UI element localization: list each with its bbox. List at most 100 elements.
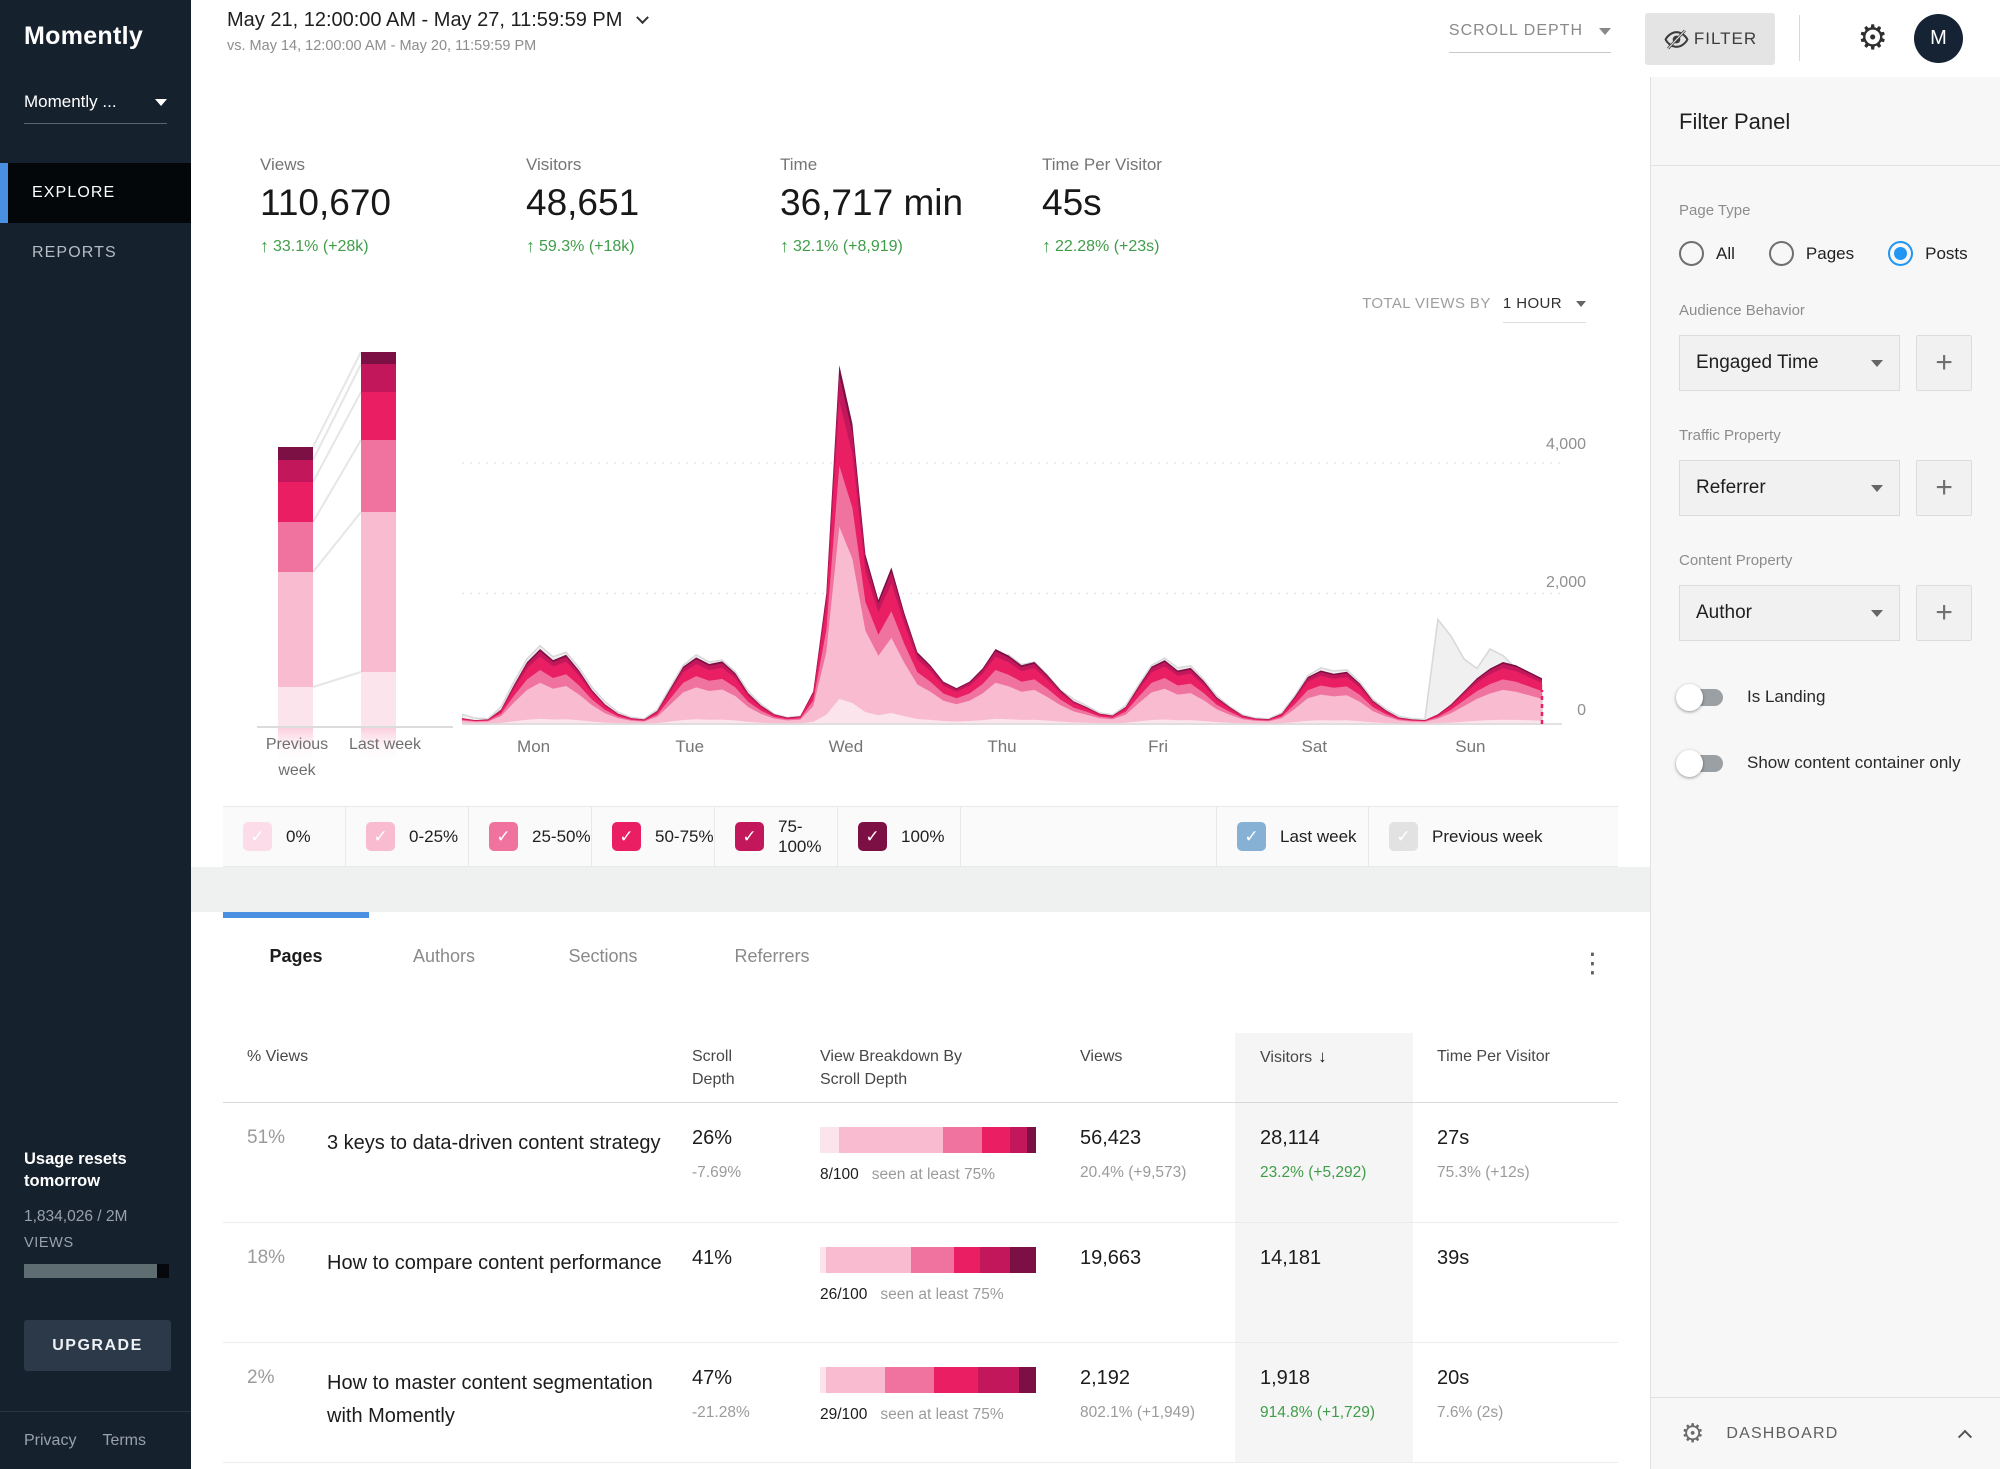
column-header-title	[327, 1033, 692, 1102]
chevron-down-icon	[1871, 610, 1883, 617]
terms-link[interactable]: Terms	[102, 1432, 146, 1450]
mini-bar-segment	[361, 672, 396, 727]
site-selector-dropdown[interactable]: Momently ...	[24, 92, 167, 124]
kebab-menu-icon[interactable]: ⋮	[1579, 948, 1606, 979]
breakdown-segment	[839, 1127, 943, 1153]
tab-sections[interactable]: Sections	[519, 946, 687, 967]
upgrade-button[interactable]: UPGRADE	[24, 1320, 171, 1371]
time-per-visitor-value: 20s	[1437, 1367, 1618, 1390]
legend-label: 100%	[901, 827, 944, 847]
metric-visitors: Visitors 48,651 ↑59.3% (+18k)	[526, 155, 639, 257]
views-delta: 802.1% (+1,949)	[1080, 1404, 1235, 1422]
column-header-view-breakdown[interactable]: View Breakdown By Scroll Depth	[820, 1045, 990, 1091]
column-header-views[interactable]: Views	[1060, 1033, 1235, 1102]
legend-previous-week-checkbox[interactable]: ✓ Previous week	[1368, 807, 1618, 866]
time-per-visitor-delta: 7.6% (2s)	[1437, 1404, 1618, 1422]
breakdown-segment	[943, 1127, 982, 1153]
x-axis-day-label: Thu	[987, 737, 1016, 756]
radio-label: Pages	[1806, 244, 1854, 264]
tab-pages[interactable]: Pages	[223, 946, 369, 967]
legend-last-week-checkbox[interactable]: ✓ Last week	[1216, 807, 1368, 866]
table-row[interactable]: 2%How to master content segmentation wit…	[223, 1343, 1618, 1463]
tab-referrers[interactable]: Referrers	[687, 946, 857, 967]
cell-visitors: 14,181	[1235, 1223, 1413, 1342]
sidebar-item-explore[interactable]: EXPLORE	[0, 163, 191, 223]
section-spacer	[191, 867, 1650, 912]
chevron-down-icon	[1871, 360, 1883, 367]
page-title-link[interactable]: How to compare content performance	[327, 1247, 668, 1280]
column-header-time-per-visitor[interactable]: Time Per Visitor	[1413, 1033, 1618, 1102]
dashboard-footer-button[interactable]: ⚙ DASHBOARD	[1651, 1397, 2000, 1469]
scroll-depth-breakdown-bar	[820, 1367, 1036, 1393]
legend-band-checkbox[interactable]: ✓25-50%	[469, 807, 592, 866]
privacy-link[interactable]: Privacy	[24, 1432, 76, 1450]
legend-label: 50-75%	[655, 827, 714, 847]
page-title-link[interactable]: 3 keys to data-driven content strategy	[327, 1127, 668, 1160]
add-traffic-property-button[interactable]: +	[1916, 460, 1972, 516]
dashboard-label: DASHBOARD	[1726, 1425, 1838, 1443]
breakdown-caption: 26/100seen at least 75%	[820, 1286, 1060, 1304]
radio-posts[interactable]: Posts	[1888, 241, 1968, 266]
is-landing-toggle-row[interactable]: Is Landing	[1679, 687, 1972, 707]
traffic-property-label: Traffic Property	[1679, 427, 1972, 444]
radio-pages[interactable]: Pages	[1769, 241, 1854, 266]
legend-label: 0-25%	[409, 827, 458, 847]
metric-selector-dropdown[interactable]: SCROLL DEPTH	[1449, 22, 1611, 53]
avatar[interactable]: M	[1914, 14, 1963, 63]
legend-band-checkbox[interactable]: ✓ 50-75%	[592, 807, 715, 866]
nav-label: EXPLORE	[32, 184, 115, 202]
legend-band-cells: ✓0%✓0-25%✓25-50%✓50-75%✓75-100%✓100%	[223, 807, 961, 866]
toggle-off-switch[interactable]	[1679, 689, 1723, 706]
add-audience-behavior-button[interactable]: +	[1916, 335, 1972, 391]
sort-descending-icon: ↓	[1318, 1047, 1327, 1066]
legend-band-checkbox[interactable]: ✓0%	[223, 807, 346, 866]
checkbox-checked-icon: ✓	[489, 822, 518, 851]
pct-views-value: 18%	[247, 1247, 327, 1269]
filter-toggle-button[interactable]: FILTER	[1645, 13, 1775, 65]
table-row[interactable]: 51%3 keys to data-driven content strateg…	[223, 1103, 1618, 1223]
show-content-container-toggle-row[interactable]: Show content container only	[1679, 753, 1972, 773]
x-axis-day-label: Sat	[1302, 737, 1328, 756]
toggle-off-switch[interactable]	[1679, 755, 1723, 772]
table-row[interactable]: 18%How to compare content performance41%…	[223, 1223, 1618, 1343]
up-arrow-icon: ↑	[1042, 236, 1051, 257]
checkbox-checked-icon: ✓	[612, 822, 641, 851]
settings-gear-icon[interactable]: ⚙	[1858, 8, 1888, 68]
scroll-depth-value: 47%	[692, 1367, 812, 1390]
date-range-picker[interactable]: May 21, 12:00:00 AM - May 27, 11:59:59 P…	[227, 9, 647, 54]
legend-band-checkbox[interactable]: ✓0-25%	[346, 807, 469, 866]
brand-logo: Momently	[0, 0, 191, 51]
depth-fraction: 29/100	[820, 1406, 867, 1424]
radio-unselected-icon	[1769, 241, 1794, 266]
legend-band-checkbox[interactable]: ✓75-100%	[715, 807, 838, 866]
legend-label: 75-100%	[778, 817, 837, 857]
traffic-property-select[interactable]: Referrer	[1679, 460, 1900, 516]
cell-scroll-depth: 47%-21.28%	[692, 1343, 812, 1462]
cell-pct-views: 18%	[223, 1223, 327, 1342]
scroll-depth-delta: -7.69%	[692, 1164, 812, 1182]
mini-chart-label-previous-week: Previous week	[255, 732, 339, 784]
page-title-link[interactable]: How to master content segmentation with …	[327, 1367, 668, 1433]
mini-chart-label-last-week: Last week	[339, 732, 431, 758]
column-header-pct-views[interactable]: % Views	[223, 1033, 327, 1102]
toggle-knob	[1676, 750, 1703, 777]
depth-note: seen at least 75%	[880, 1286, 1003, 1304]
y-axis-tick: 4,000	[1511, 436, 1586, 454]
total-views-area-chart[interactable]: MonTueWedThuFriSatSun	[462, 340, 1582, 760]
interval-dropdown[interactable]: 1 HOUR	[1503, 295, 1586, 323]
checkbox-checked-icon: ✓	[1237, 822, 1266, 851]
column-header-visitors[interactable]: Visitors↓	[1235, 1033, 1413, 1102]
column-header-scroll-depth[interactable]: Scroll Depth	[692, 1045, 762, 1091]
checkbox-checked-icon: ✓	[858, 822, 887, 851]
legend-band-checkbox[interactable]: ✓ 100%	[838, 807, 961, 866]
cell-views: 19,663	[1060, 1223, 1235, 1342]
up-arrow-icon: ↑	[260, 236, 269, 257]
audience-behavior-select[interactable]: Engaged Time	[1679, 335, 1900, 391]
add-content-property-button[interactable]: +	[1916, 585, 1972, 641]
scroll-depth-breakdown-bar	[820, 1127, 1036, 1153]
select-value: Referrer	[1696, 477, 1766, 499]
content-property-select[interactable]: Author	[1679, 585, 1900, 641]
tab-authors[interactable]: Authors	[369, 946, 519, 967]
sidebar-item-reports[interactable]: REPORTS	[0, 223, 191, 283]
radio-all[interactable]: All	[1679, 241, 1735, 266]
